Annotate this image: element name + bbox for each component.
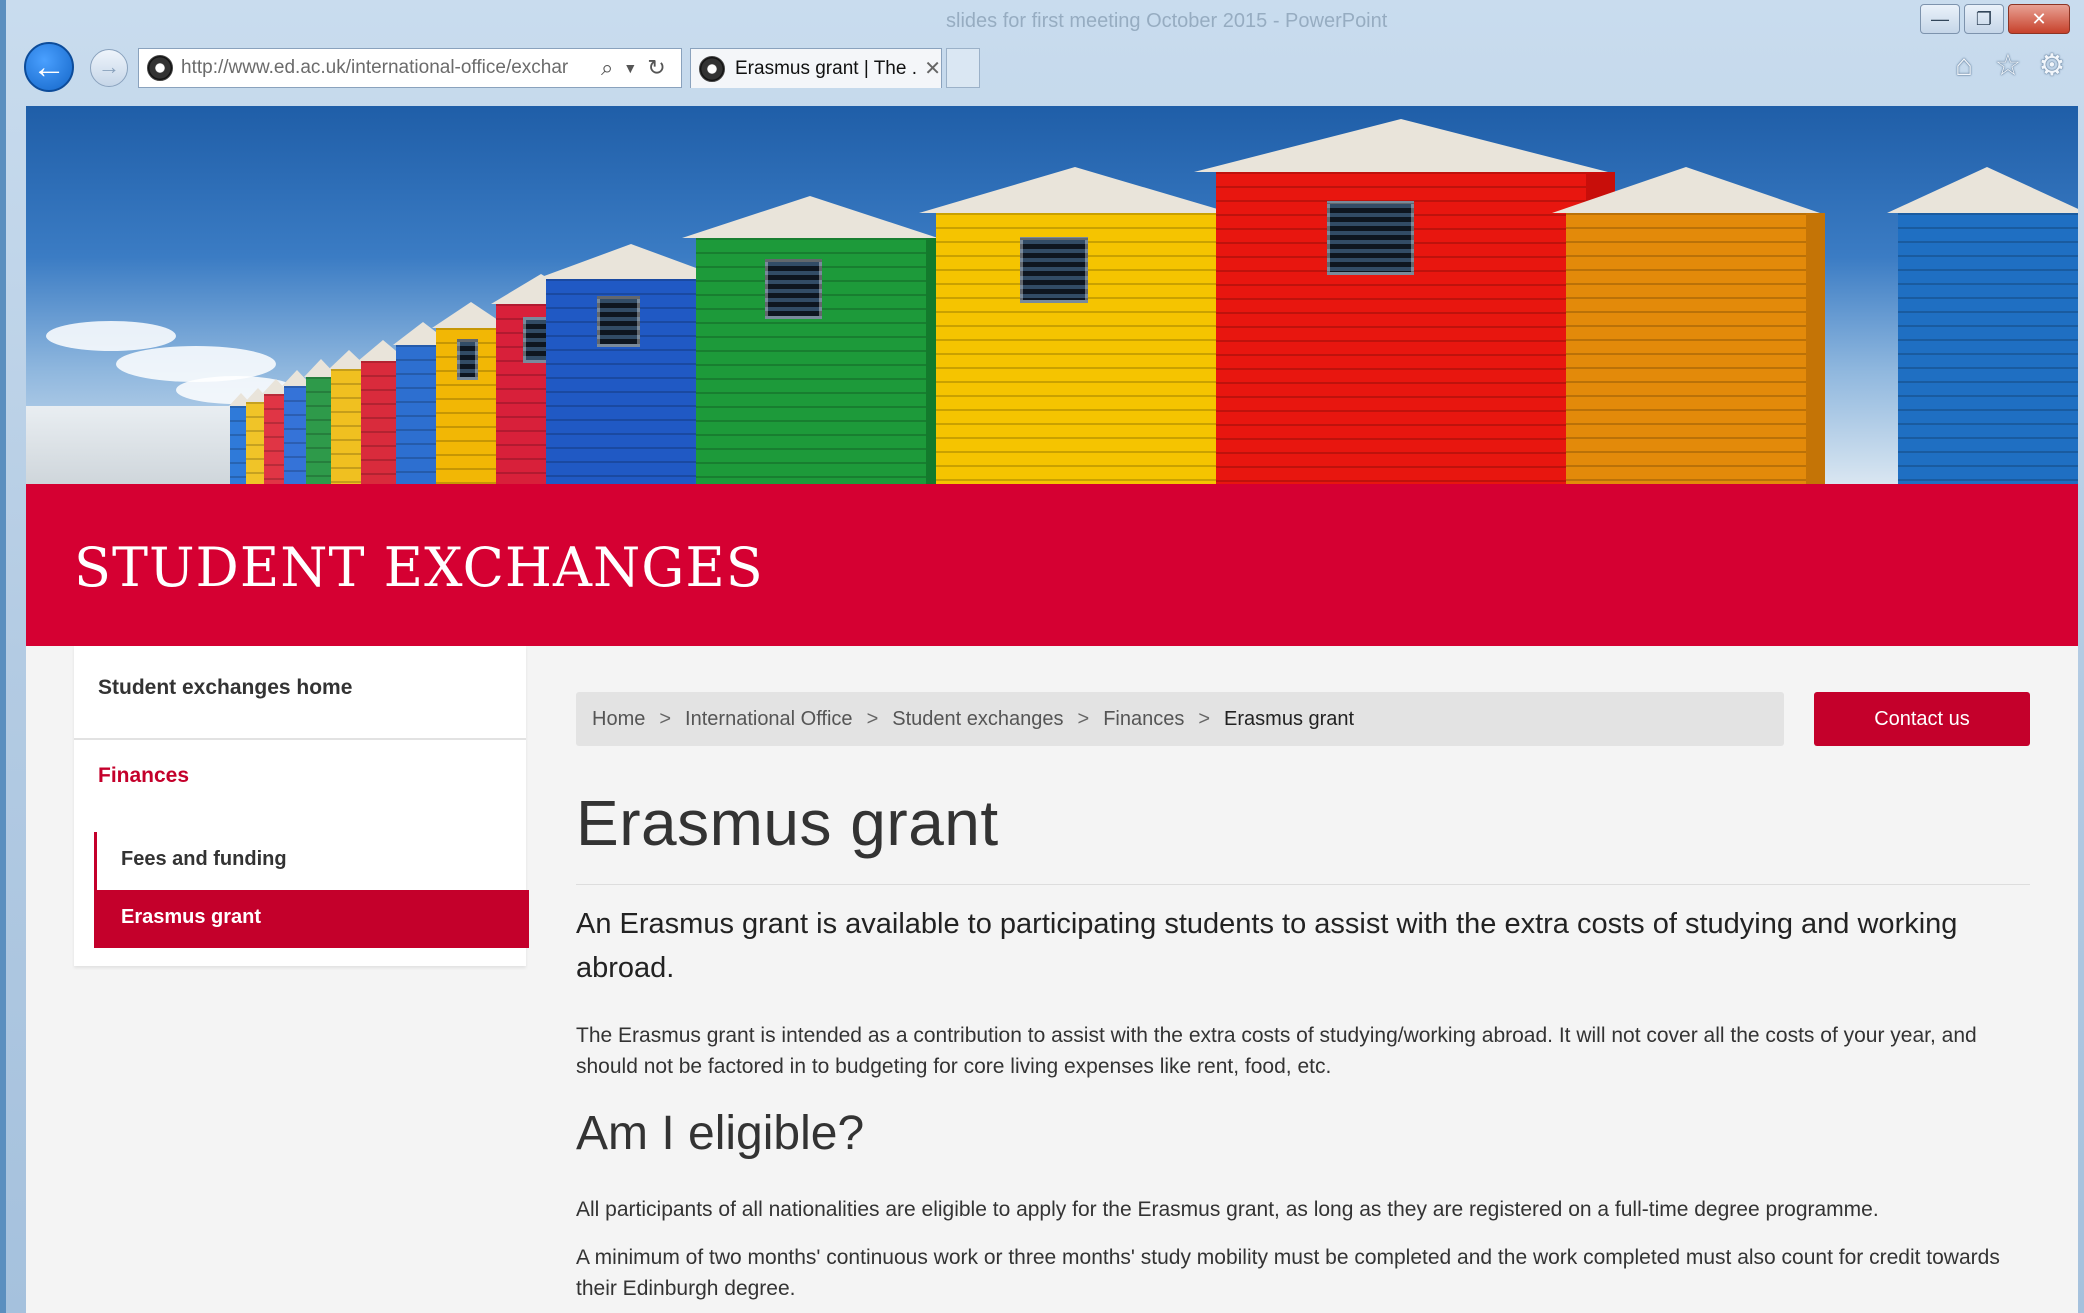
breadcrumb: Home > International Office > Student ex… xyxy=(576,692,1784,746)
beach-hut-wall xyxy=(1566,213,1825,484)
browser-window: slides for first meeting October 2015 - … xyxy=(0,0,2084,1313)
beach-hut xyxy=(1193,106,1615,484)
search-icon[interactable]: ⌕ xyxy=(601,55,613,81)
browser-nav-row: ← → http://www.ed.ac.uk/international-of… xyxy=(6,42,2084,92)
sidebar-item-fees-and-funding[interactable]: Fees and funding xyxy=(97,832,529,890)
beach-hut xyxy=(919,154,1238,484)
beach-hut-roof xyxy=(1551,167,1820,214)
url-text[interactable]: http://www.ed.ac.uk/international-office… xyxy=(181,57,591,79)
breadcrumb-international-office[interactable]: International Office xyxy=(685,708,853,731)
sidebar-item-home[interactable]: Student exchanges home xyxy=(74,646,526,740)
tab-favicon-icon xyxy=(699,55,725,82)
intro-paragraph: The Erasmus grant is intended as a contr… xyxy=(576,1024,1977,1078)
beach-hut xyxy=(1551,154,1825,484)
eligibility-paragraph: All participants of all nationalities ar… xyxy=(576,1198,1879,1221)
page-title: Erasmus grant xyxy=(576,787,999,859)
refresh-icon[interactable]: ↻ xyxy=(647,55,665,81)
breadcrumb-separator: > xyxy=(659,707,672,730)
beach-hut-vent xyxy=(1020,237,1088,303)
breadcrumb-separator: > xyxy=(866,707,879,730)
sidebar-item-label[interactable]: Fees and funding xyxy=(121,848,287,871)
back-arrow-icon: ← xyxy=(32,48,66,86)
sidebar-subnav: Fees and funding Erasmus grant xyxy=(94,832,529,948)
breadcrumb-finances[interactable]: Finances xyxy=(1103,708,1184,731)
beach-hut-vent xyxy=(1327,200,1415,275)
beach-hut-roof xyxy=(682,196,939,238)
window-controls: — ❐ ✕ xyxy=(1920,4,2070,34)
close-window-button[interactable]: ✕ xyxy=(2008,4,2070,34)
section-heading-eligibility: Am I eligible? xyxy=(576,1107,865,1160)
browser-toolbar: ⌂ ☆ ⚙ xyxy=(1948,50,2068,82)
beach-hut xyxy=(682,184,944,484)
dropdown-icon[interactable]: ▼ xyxy=(623,60,637,76)
forward-button[interactable]: → xyxy=(90,49,128,87)
sidebar-item-erasmus-grant[interactable]: Erasmus grant xyxy=(94,890,529,948)
beach-hut-wall xyxy=(1898,213,2078,484)
beach-hut-wall xyxy=(1216,172,1615,484)
close-tab-icon[interactable]: ✕ xyxy=(924,56,941,81)
gear-icon[interactable]: ⚙ xyxy=(2036,50,2068,82)
beach-hut-roof xyxy=(1193,119,1608,173)
forward-arrow-icon: → xyxy=(98,54,120,79)
beach-hut-vent xyxy=(597,295,641,347)
breadcrumb-home[interactable]: Home xyxy=(592,708,645,731)
breadcrumb-student-exchanges[interactable]: Student exchanges xyxy=(892,708,1063,731)
site-banner: STUDENT EXCHANGES xyxy=(26,484,2078,646)
sidebar-item-label[interactable]: Student exchanges home xyxy=(98,676,352,700)
title-bar: slides for first meeting October 2015 - … xyxy=(6,0,2084,40)
breadcrumb-separator: > xyxy=(1077,707,1090,730)
address-bar[interactable]: http://www.ed.ac.uk/international-office… xyxy=(138,48,682,88)
sidebar-nav: Student exchanges home Finances Fees and… xyxy=(74,646,529,966)
browser-tab[interactable]: Erasmus grant | The ... ✕ xyxy=(690,48,942,88)
beach-hut-vent xyxy=(523,317,549,363)
beach-hut-roof xyxy=(1887,167,2078,214)
sidebar-item-finances[interactable]: Finances xyxy=(98,764,189,788)
home-icon[interactable]: ⌂ xyxy=(1948,50,1980,82)
requirements-paragraph: A minimum of two months' continuous work… xyxy=(576,1246,2000,1300)
beach-hut xyxy=(1887,154,2078,484)
sidebar-item-label[interactable]: Erasmus grant xyxy=(121,906,261,929)
hero-image-beach-huts xyxy=(26,106,2078,484)
breadcrumb-separator: > xyxy=(1198,707,1211,730)
breadcrumb-current: Erasmus grant xyxy=(1224,707,1355,730)
beach-hut-roof xyxy=(919,167,1232,214)
beach-hut-vent xyxy=(765,259,822,319)
minimize-button[interactable]: — xyxy=(1920,4,1960,34)
window-title: slides for first meeting October 2015 - … xyxy=(946,10,1388,32)
new-tab-button[interactable] xyxy=(946,48,980,88)
title-divider xyxy=(576,884,2030,885)
star-icon[interactable]: ☆ xyxy=(1992,50,2024,82)
cloud-shape xyxy=(46,321,176,351)
banner-title: STUDENT EXCHANGES xyxy=(74,536,764,599)
back-button[interactable]: ← xyxy=(24,42,74,92)
beach-hut xyxy=(535,234,729,484)
lead-paragraph: An Erasmus grant is available to partici… xyxy=(576,908,1958,984)
beach-hut-vent xyxy=(457,339,479,380)
site-favicon-icon xyxy=(147,55,173,81)
contact-us-button[interactable]: Contact us xyxy=(1814,692,2030,746)
restore-button[interactable]: ❐ xyxy=(1964,4,2004,34)
web-page: STUDENT EXCHANGES Student exchanges home… xyxy=(26,106,2078,1313)
tab-title: Erasmus grant | The ... xyxy=(735,57,919,79)
